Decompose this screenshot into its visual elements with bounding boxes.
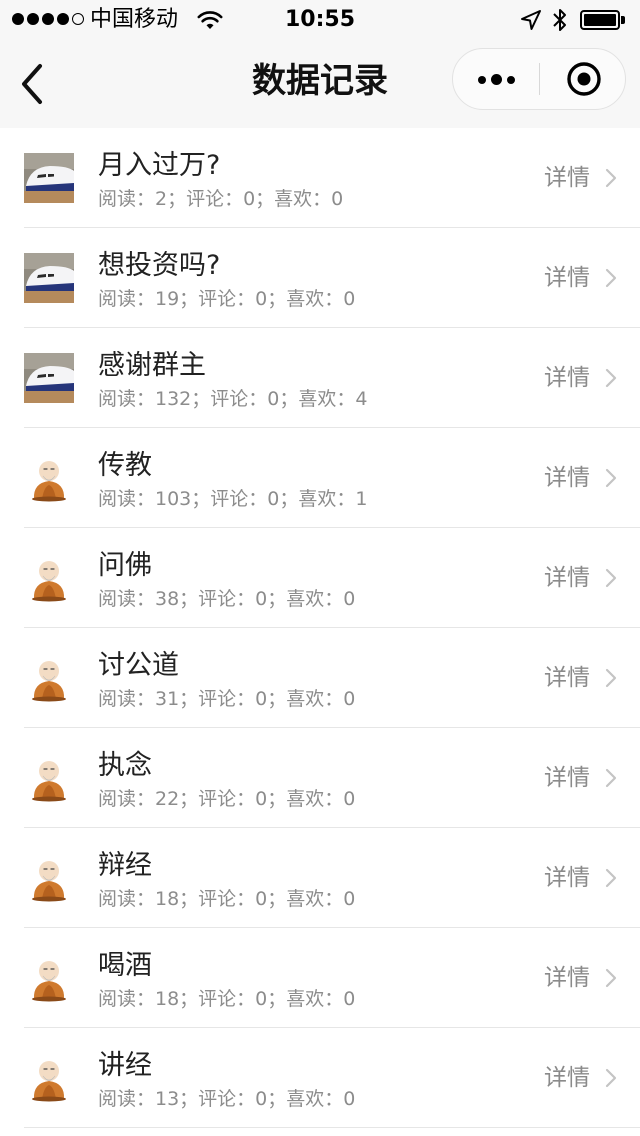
list-item-6[interactable]: 讨公道 阅读：31；评论：0；喜欢：0 详情	[0, 628, 640, 728]
chevron-right-icon	[605, 468, 617, 488]
monk-thumbnail-icon	[24, 853, 74, 903]
monk-thumbnail-icon	[24, 1053, 74, 1103]
monk-thumbnail-icon	[24, 753, 74, 803]
thumbnail	[24, 1053, 74, 1103]
more-button[interactable]	[453, 49, 539, 109]
list-item-5[interactable]: 问佛 阅读：38；评论：0；喜欢：0 详情	[0, 528, 640, 628]
item-title: 问佛	[98, 550, 152, 581]
record-list: 月入过万? 阅读：2；评论：0；喜欢：0 详情 想投资吗? 阅读：19；评论：0…	[0, 128, 640, 1128]
thumbnail	[24, 253, 74, 303]
back-button[interactable]	[14, 62, 54, 106]
thumbnail	[24, 453, 74, 503]
item-title: 感谢群主	[98, 350, 206, 381]
target-circle-icon	[567, 62, 601, 96]
list-item-8[interactable]: 辩经 阅读：18；评论：0；喜欢：0 详情	[0, 828, 640, 928]
item-stats: 阅读：103；评论：0；喜欢：1	[98, 488, 368, 510]
header-area: 中国移动 10:55 数据记录	[0, 0, 640, 128]
item-stats: 阅读：22；评论：0；喜欢：0	[98, 788, 356, 810]
chevron-right-icon	[605, 368, 617, 388]
item-stats: 阅读：18；评论：0；喜欢：0	[98, 988, 356, 1010]
detail-link[interactable]: 详情	[544, 162, 590, 194]
thumbnail	[24, 953, 74, 1003]
mini-program-capsule	[452, 48, 626, 110]
thumbnail	[24, 353, 74, 403]
airplane-thumbnail-icon	[24, 353, 74, 403]
detail-link[interactable]: 详情	[544, 562, 590, 594]
item-title: 辩经	[98, 850, 152, 881]
item-stats: 阅读：13；评论：0；喜欢：0	[98, 1088, 356, 1110]
item-stats: 阅读：38；评论：0；喜欢：0	[98, 588, 356, 610]
item-stats: 阅读：2；评论：0；喜欢：0	[98, 188, 344, 210]
list-item-2[interactable]: 想投资吗? 阅读：19；评论：0；喜欢：0 详情	[0, 228, 640, 328]
airplane-thumbnail-icon	[24, 153, 74, 203]
status-bar: 中国移动 10:55	[0, 0, 640, 40]
more-dots-icon	[478, 74, 515, 85]
item-stats: 阅读：132；评论：0；喜欢：4	[98, 388, 368, 410]
list-item-1[interactable]: 月入过万? 阅读：2；评论：0；喜欢：0 详情	[0, 128, 640, 228]
chevron-right-icon	[605, 1068, 617, 1088]
chevron-right-icon	[605, 868, 617, 888]
list-item-10[interactable]: 讲经 阅读：13；评论：0；喜欢：0 详情	[0, 1028, 640, 1128]
page-title: 数据记录	[252, 61, 388, 101]
close-button[interactable]	[540, 49, 626, 109]
detail-link[interactable]: 详情	[544, 1062, 590, 1094]
item-title: 月入过万?	[98, 150, 221, 181]
battery-icon	[580, 10, 626, 30]
list-item-4[interactable]: 传教 阅读：103；评论：0；喜欢：1 详情	[0, 428, 640, 528]
airplane-thumbnail-icon	[24, 253, 74, 303]
item-title: 执念	[98, 750, 152, 781]
item-title: 想投资吗?	[98, 250, 221, 281]
screen: 中国移动 10:55 数据记录 月入过万? 阅读：2；评论：0；喜欢：0 详情 …	[0, 0, 640, 1136]
item-title: 喝酒	[98, 950, 152, 981]
thumbnail	[24, 653, 74, 703]
nav-bar: 数据记录	[0, 40, 640, 128]
item-stats: 阅读：31；评论：0；喜欢：0	[98, 688, 356, 710]
thumbnail	[24, 553, 74, 603]
chevron-right-icon	[605, 268, 617, 288]
chevron-right-icon	[605, 668, 617, 688]
item-title: 传教	[98, 450, 152, 481]
detail-link[interactable]: 详情	[544, 662, 590, 694]
item-stats: 阅读：19；评论：0；喜欢：0	[98, 288, 356, 310]
monk-thumbnail-icon	[24, 953, 74, 1003]
list-item-7[interactable]: 执念 阅读：22；评论：0；喜欢：0 详情	[0, 728, 640, 828]
chevron-right-icon	[605, 568, 617, 588]
chevron-left-icon	[22, 64, 42, 104]
thumbnail	[24, 853, 74, 903]
item-stats: 阅读：18；评论：0；喜欢：0	[98, 888, 356, 910]
battery-level	[584, 14, 616, 26]
monk-thumbnail-icon	[24, 653, 74, 703]
chevron-right-icon	[605, 168, 617, 188]
detail-link[interactable]: 详情	[544, 962, 590, 994]
chevron-right-icon	[605, 968, 617, 988]
detail-link[interactable]: 详情	[544, 262, 590, 294]
detail-link[interactable]: 详情	[544, 762, 590, 794]
chevron-right-icon	[605, 768, 617, 788]
monk-thumbnail-icon	[24, 553, 74, 603]
thumbnail	[24, 753, 74, 803]
detail-link[interactable]: 详情	[544, 362, 590, 394]
detail-link[interactable]: 详情	[544, 462, 590, 494]
detail-link[interactable]: 详情	[544, 862, 590, 894]
thumbnail	[24, 153, 74, 203]
list-item-3[interactable]: 感谢群主 阅读：132；评论：0；喜欢：4 详情	[0, 328, 640, 428]
status-time: 10:55	[284, 7, 356, 32]
item-title: 讨公道	[98, 650, 179, 681]
location-arrow-icon	[521, 10, 541, 30]
item-title: 讲经	[98, 1050, 152, 1081]
bluetooth-icon	[553, 9, 566, 31]
monk-thumbnail-icon	[24, 453, 74, 503]
list-item-9[interactable]: 喝酒 阅读：18；评论：0；喜欢：0 详情	[0, 928, 640, 1028]
